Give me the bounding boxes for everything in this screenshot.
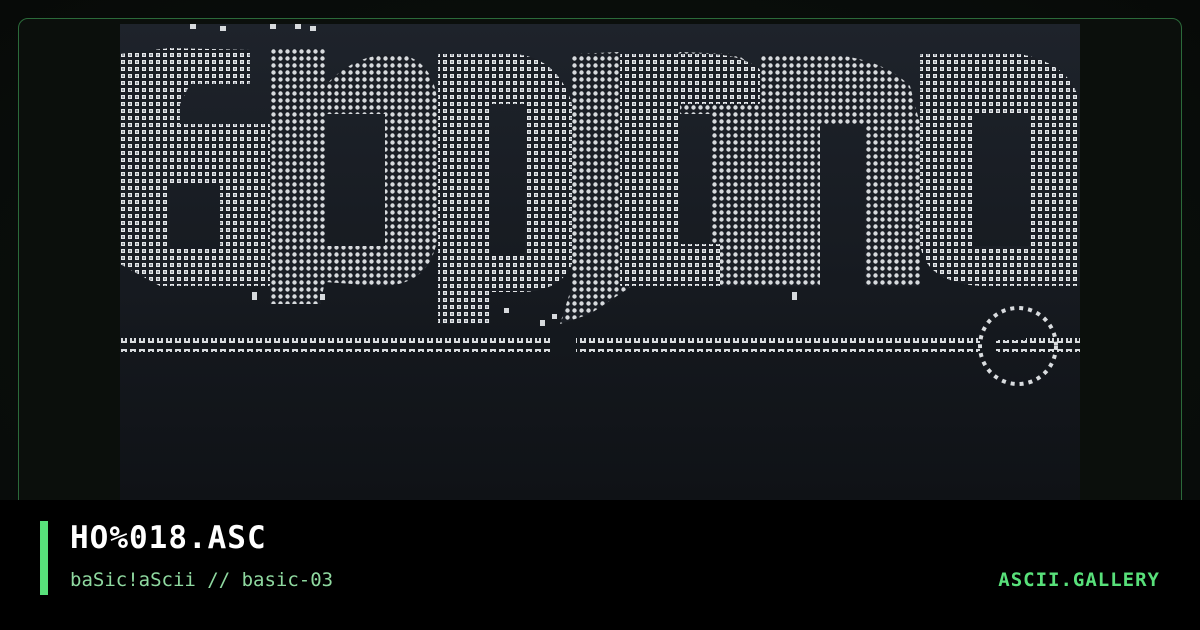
ascii-glyph-group [270, 49, 438, 304]
ascii-art-preview [120, 24, 1080, 500]
ascii-art-image [120, 24, 1080, 386]
ascii-glyph-group [760, 54, 920, 286]
ascii-glyph-group [920, 54, 1080, 286]
artwork-subtitle: baSic!aScii // basic-03 [70, 569, 334, 591]
ascii-top-noise [190, 24, 316, 31]
site-brand[interactable]: ASCII.GALLERY [998, 569, 1160, 591]
ascii-text-line [120, 338, 552, 352]
ascii-drip-noise [252, 292, 797, 326]
ascii-glyph-group [120, 48, 270, 286]
ascii-text-line [576, 338, 980, 352]
ascii-glyph-group [438, 54, 572, 324]
artwork-title: HO%018.ASC [70, 520, 267, 556]
ascii-circle-text [996, 340, 1032, 352]
ascii-text-line [1026, 338, 1080, 352]
og-card: HO%018.ASC baSic!aScii // basic-03 ASCII… [0, 0, 1200, 630]
accent-bar [40, 521, 48, 595]
